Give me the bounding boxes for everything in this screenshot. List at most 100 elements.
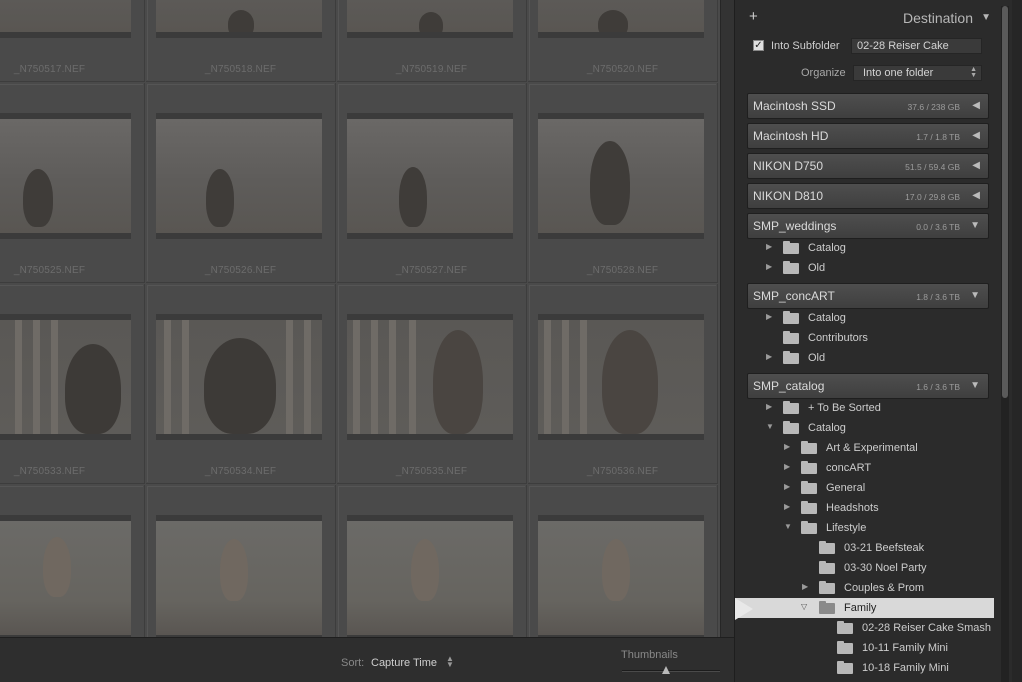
expand-triangle-icon[interactable]: ▶ xyxy=(766,262,772,271)
sort-arrows-icon[interactable]: ▲ ▼ xyxy=(446,655,454,669)
select-arrows-icon: ▲ ▼ xyxy=(970,66,977,79)
folder-item[interactable]: 03-21 Beefsteak xyxy=(741,538,994,558)
folder-item[interactable]: 03-30 Noel Party xyxy=(741,558,994,578)
photo-thumbnail[interactable] xyxy=(538,515,704,637)
folder-item[interactable]: ▶ Headshots xyxy=(741,498,994,518)
photo-thumbnail[interactable] xyxy=(0,0,131,38)
photo-thumbnail[interactable] xyxy=(0,314,131,440)
organize-label: Organize xyxy=(801,67,846,79)
folder-item[interactable]: ▶ concART xyxy=(741,458,994,478)
triangle-left-icon[interactable]: ◀ xyxy=(972,100,980,111)
expand-triangle-icon[interactable]: ▶ xyxy=(784,442,790,451)
collapse-triangle-icon[interactable]: ▼ xyxy=(784,522,792,531)
expand-triangle-icon[interactable]: ▶ xyxy=(784,482,790,491)
photo-thumbnail[interactable] xyxy=(538,0,704,38)
thumbnail-cell[interactable]: _N750520.NEF xyxy=(528,0,718,82)
photo-thumbnail[interactable] xyxy=(347,515,513,637)
folder-item[interactable]: ▼ Lifestyle xyxy=(741,518,994,538)
folder-item[interactable]: ▶ Catalog xyxy=(741,238,994,258)
panel-header: + Destination ▼ xyxy=(741,4,997,32)
photo-thumbnail[interactable] xyxy=(156,0,322,38)
grid-scrollbar[interactable] xyxy=(720,0,734,637)
volume-nikon-d810[interactable]: NIKON D810 17.0 / 29.8 GB ◀ xyxy=(747,183,989,209)
slider-knob[interactable] xyxy=(662,666,671,674)
organize-select[interactable]: Into one folder ▲ ▼ xyxy=(853,65,982,81)
photo-thumbnail[interactable] xyxy=(347,314,513,440)
thumbnail-cell[interactable]: _N750517.NEF xyxy=(0,0,145,82)
organize-row: Organize Into one folder ▲ ▼ xyxy=(753,65,993,83)
thumbnail-cell[interactable]: _N750533.NEF xyxy=(0,284,145,484)
folder-item[interactable]: ▶ Old xyxy=(741,258,994,278)
triangle-left-icon[interactable]: ◀ xyxy=(972,190,980,201)
photo-thumbnail[interactable] xyxy=(538,314,704,440)
thumbnail-cell[interactable] xyxy=(146,485,336,637)
folder-item[interactable]: ▶ Couples & Prom xyxy=(741,578,994,598)
photo-thumbnail[interactable] xyxy=(538,113,704,239)
triangle-left-icon[interactable]: ◀ xyxy=(972,130,980,141)
toolbar: Sort: Capture Time ▲ ▼ Thumbnails xyxy=(0,637,734,682)
photo-thumbnail[interactable] xyxy=(347,113,513,239)
thumbnail-cell[interactable]: _N750518.NEF xyxy=(146,0,336,82)
thumbnail-cell[interactable] xyxy=(0,485,145,637)
folder-item[interactable]: 10-18 Family Mini xyxy=(741,658,994,678)
folder-item[interactable]: 10-11 Family Mini xyxy=(741,638,994,658)
thumbnail-cell[interactable]: _N750519.NEF xyxy=(337,0,527,82)
expand-triangle-icon[interactable]: ▶ xyxy=(802,582,808,591)
panel-scrollbar-thumb[interactable] xyxy=(1002,6,1008,398)
triangle-left-icon[interactable]: ◀ xyxy=(972,160,980,171)
folder-icon xyxy=(801,481,817,494)
thumbnail-cell[interactable]: _N750526.NEF xyxy=(146,83,336,283)
triangle-down-icon[interactable]: ▼ xyxy=(970,220,980,231)
folder-item[interactable]: ▶ Art & Experimental xyxy=(741,438,994,458)
triangle-down-icon[interactable]: ▼ xyxy=(970,380,980,391)
subfolder-name-input[interactable] xyxy=(851,38,982,54)
expand-triangle-icon[interactable]: ▶ xyxy=(766,402,772,411)
expand-triangle-icon[interactable]: ▶ xyxy=(784,462,790,471)
thumbnail-cell[interactable]: _N750525.NEF xyxy=(0,83,145,283)
photo-thumbnail[interactable] xyxy=(0,515,131,637)
folder-item[interactable]: Contributors xyxy=(741,328,994,348)
thumbnail-cell[interactable]: _N750528.NEF xyxy=(528,83,718,283)
folder-item[interactable]: ▼ Catalog xyxy=(741,418,994,438)
folder-item[interactable]: ▶ + To Be Sorted xyxy=(741,398,994,418)
collapse-triangle-icon[interactable]: ▼ xyxy=(981,12,991,23)
selection-indicator-icon xyxy=(735,598,753,620)
photo-thumbnail[interactable] xyxy=(156,113,322,239)
folder-icon xyxy=(837,661,853,674)
thumbnail-cell[interactable] xyxy=(528,485,718,637)
folder-item[interactable]: ▶ General xyxy=(741,478,994,498)
panel-title[interactable]: Destination xyxy=(903,10,973,26)
collapse-triangle-icon[interactable]: ▼ xyxy=(766,422,774,431)
add-destination-icon[interactable]: + xyxy=(749,8,758,25)
volume-smp-catalog[interactable]: SMP_catalog 1.6 / 3.6 TB ▼ xyxy=(747,373,989,399)
file-name: _N750527.NEF xyxy=(395,265,468,276)
volume-nikon-d750[interactable]: NIKON D750 51.5 / 59.4 GB ◀ xyxy=(747,153,989,179)
photo-thumbnail[interactable] xyxy=(347,0,513,38)
triangle-down-icon[interactable]: ▼ xyxy=(970,290,980,301)
expand-triangle-icon[interactable]: ▶ xyxy=(784,502,790,511)
photo-thumbnail[interactable] xyxy=(156,314,322,440)
photo-thumbnail[interactable] xyxy=(156,515,322,637)
volume-smp-weddings[interactable]: SMP_weddings 0.0 / 3.6 TB ▼ xyxy=(747,213,989,239)
expand-triangle-icon[interactable]: ▶ xyxy=(766,352,772,361)
folder-item[interactable]: ▶ Catalog xyxy=(741,308,994,328)
sort-dropdown[interactable]: Capture Time xyxy=(371,657,437,669)
volume-macintosh-ssd[interactable]: Macintosh SSD 37.6 / 238 GB ◀ xyxy=(747,93,989,119)
volume-macintosh-hd[interactable]: Macintosh HD 1.7 / 1.8 TB ◀ xyxy=(747,123,989,149)
thumbnail-cell[interactable]: _N750536.NEF xyxy=(528,284,718,484)
thumbnail-size-slider[interactable] xyxy=(622,666,720,674)
thumbnail-cell[interactable]: _N750534.NEF xyxy=(146,284,336,484)
panel-scrollbar[interactable] xyxy=(1001,6,1009,682)
thumbnail-cell[interactable]: _N750535.NEF xyxy=(337,284,527,484)
collapse-triangle-icon[interactable]: ▽ xyxy=(801,602,807,611)
folder-item[interactable]: 02-28 Reiser Cake Smash xyxy=(741,618,994,638)
folder-item-selected[interactable]: ▽ Family xyxy=(735,598,994,618)
into-subfolder-checkbox[interactable]: ✓ xyxy=(753,40,764,51)
volume-smp-concart[interactable]: SMP_concART 1.8 / 3.6 TB ▼ xyxy=(747,283,989,309)
photo-thumbnail[interactable] xyxy=(0,113,131,239)
expand-triangle-icon[interactable]: ▶ xyxy=(766,242,772,251)
folder-item[interactable]: ▶ Old xyxy=(741,348,994,368)
expand-triangle-icon[interactable]: ▶ xyxy=(766,312,772,321)
thumbnail-cell[interactable] xyxy=(337,485,527,637)
thumbnail-cell[interactable]: _N750527.NEF xyxy=(337,83,527,283)
